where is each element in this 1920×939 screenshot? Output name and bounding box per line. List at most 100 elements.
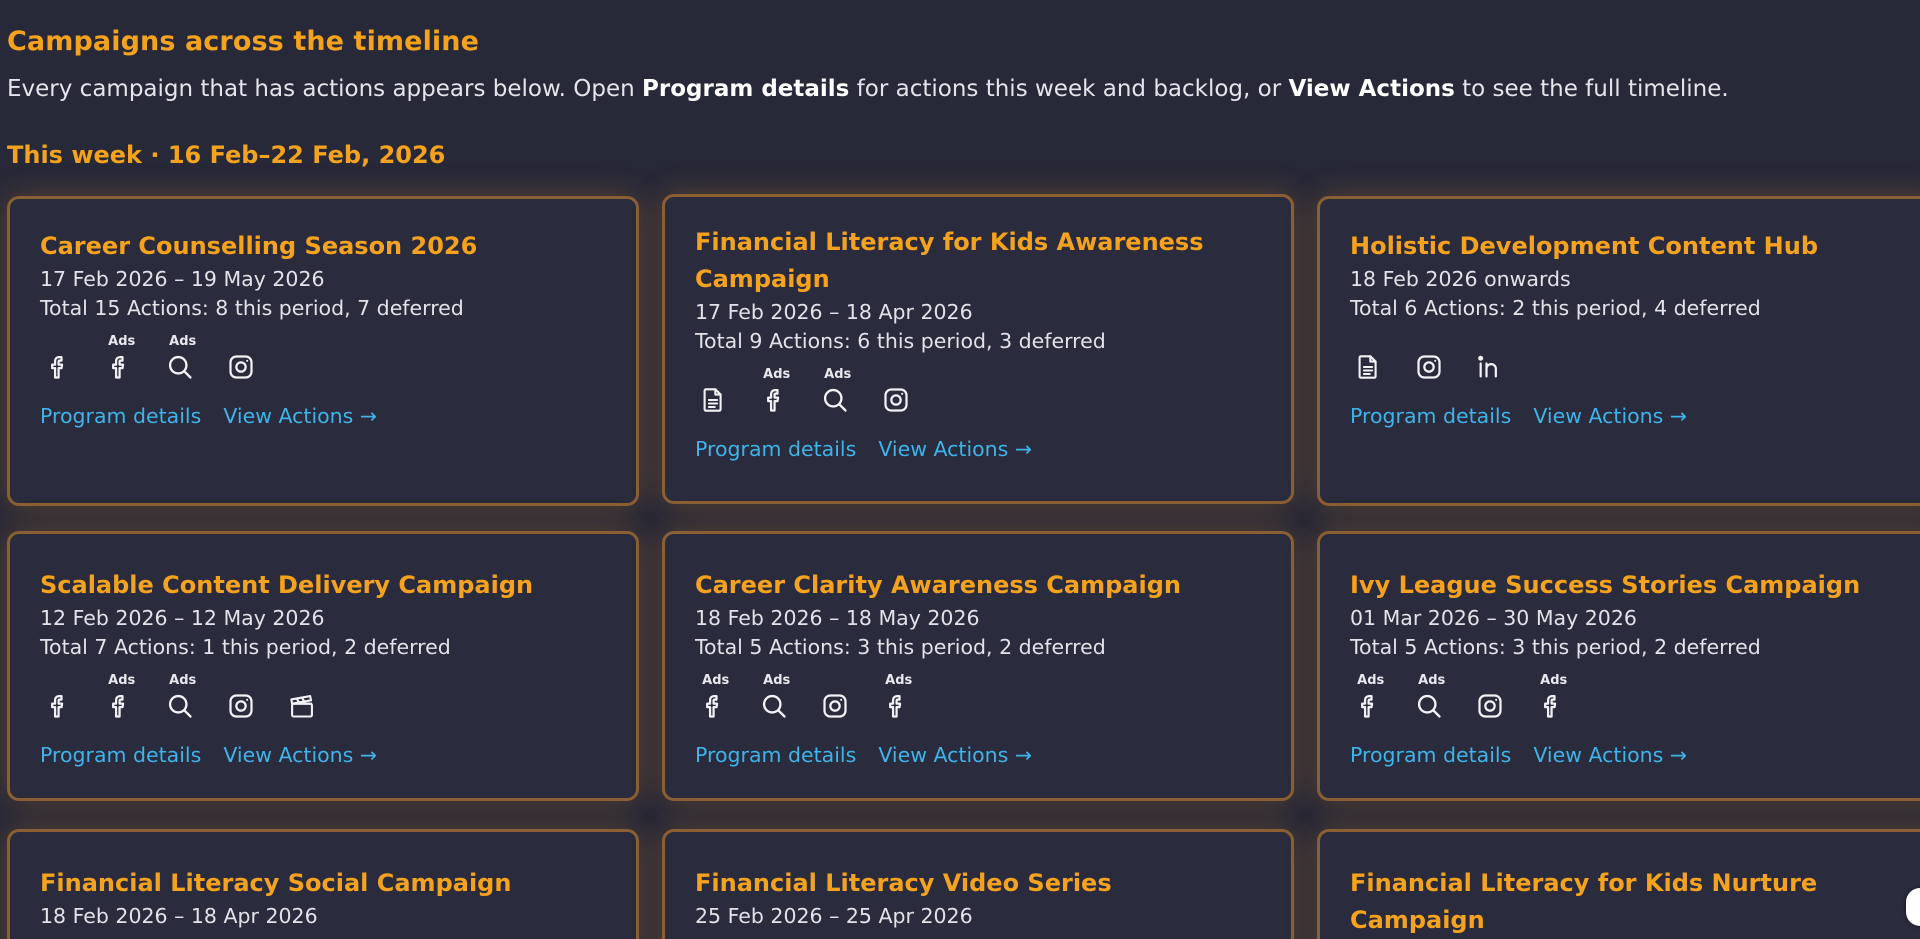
ads-label: Ads bbox=[763, 673, 791, 688]
campaign-totals: Total 6 Actions: 2 this period, 4 deferr… bbox=[1350, 296, 1761, 320]
facebook-icon bbox=[40, 351, 76, 383]
campaign-card: Scalable Content Delivery Campaign 12 Feb… bbox=[7, 531, 639, 801]
instagram-icon bbox=[223, 690, 259, 722]
view-actions-link[interactable]: View Actions → bbox=[878, 743, 1032, 767]
card-links: Program details View Actions → bbox=[695, 743, 1291, 767]
facebook-ads-icon: Ads bbox=[695, 673, 731, 722]
campaign-title[interactable]: Ivy League Success Stories Campaign bbox=[1350, 567, 1920, 604]
ads-label: Ads bbox=[763, 367, 791, 382]
intro-bold-view-actions: View Actions bbox=[1288, 76, 1455, 102]
search-ads-icon: Ads bbox=[1411, 673, 1447, 722]
campaign-card: Financial Literacy Social Campaign 18 Feb… bbox=[7, 829, 639, 939]
program-details-link[interactable]: Program details bbox=[40, 404, 201, 428]
instagram-icon bbox=[878, 384, 914, 416]
campaign-totals: Total 5 Actions: 3 this period, 2 deferr… bbox=[1350, 635, 1761, 659]
campaign-title[interactable]: Financial Literacy Social Campaign bbox=[40, 865, 636, 902]
channel-icons: Ads Ads bbox=[40, 673, 636, 722]
campaign-card: Career Clarity Awareness Campaign 18 Feb … bbox=[662, 531, 1294, 801]
campaign-title-line: Financial Literacy Social Campaign bbox=[40, 869, 512, 897]
campaign-dates: 18 Feb 2026 – 18 May 2026 bbox=[695, 606, 980, 630]
campaign-title[interactable]: Career Clarity Awareness Campaign bbox=[695, 567, 1291, 604]
campaign-dates: 12 Feb 2026 – 12 May 2026 bbox=[40, 606, 325, 630]
campaign-title-line: Financial Literacy Video Series bbox=[695, 869, 1112, 897]
ads-label: Ads bbox=[1418, 673, 1446, 688]
campaign-dates: 18 Feb 2026 – 18 Apr 2026 bbox=[40, 904, 318, 928]
search-ads-icon: Ads bbox=[756, 673, 792, 722]
campaign-title[interactable]: Financial Literacy for Kids Awareness Cam… bbox=[695, 224, 1291, 298]
search-ads-icon: Ads bbox=[817, 367, 853, 416]
campaign-card: Financial Literacy for Kids Nurture Camp… bbox=[1317, 829, 1920, 939]
instagram-icon bbox=[1411, 351, 1447, 383]
card-links: Program details View Actions → bbox=[695, 437, 1291, 461]
campaign-dates: 01 Mar 2026 – 30 May 2026 bbox=[1350, 606, 1637, 630]
linkedin-icon bbox=[1472, 351, 1508, 383]
card-links: Program details View Actions → bbox=[1350, 743, 1920, 767]
campaign-title-line: Scalable Content Delivery Campaign bbox=[40, 571, 534, 599]
side-handle[interactable] bbox=[1906, 888, 1920, 926]
campaign-title-line: Financial Literacy for Kids Nurture Camp… bbox=[1350, 869, 1818, 934]
program-details-link[interactable]: Program details bbox=[695, 437, 856, 461]
campaign-dates: 17 Feb 2026 – 18 Apr 2026 bbox=[695, 300, 973, 324]
section-title: Campaigns across the timeline bbox=[7, 26, 480, 57]
card-links: Program details View Actions → bbox=[40, 404, 636, 428]
campaign-totals: Total 7 Actions: 1 this period, 2 deferr… bbox=[40, 635, 451, 659]
campaign-dates: 25 Feb 2026 – 25 Apr 2026 bbox=[695, 904, 973, 928]
program-details-link[interactable]: Program details bbox=[695, 743, 856, 767]
campaign-title-line: Holistic Development Content Hub bbox=[1350, 232, 1819, 260]
view-actions-link[interactable]: View Actions → bbox=[1533, 404, 1687, 428]
channel-icons bbox=[1350, 343, 1920, 383]
search-ads-icon: Ads bbox=[162, 673, 198, 722]
channel-icons: Ads Ads bbox=[40, 334, 636, 383]
program-details-link[interactable]: Program details bbox=[40, 743, 201, 767]
campaign-card: Holistic Development Content Hub 18 Feb 2… bbox=[1317, 196, 1920, 506]
campaign-card: Financial Literacy for Kids Awareness Cam… bbox=[662, 194, 1294, 504]
campaign-title-line: Career Counselling Season 2026 bbox=[40, 232, 478, 260]
campaign-card: Ivy League Success Stories Campaign 01 Ma… bbox=[1317, 531, 1920, 801]
ads-label: Ads bbox=[885, 673, 913, 688]
campaign-title[interactable]: Financial Literacy for Kids Nurture Camp… bbox=[1350, 865, 1920, 939]
program-details-link[interactable]: Program details bbox=[1350, 404, 1511, 428]
facebook-icon bbox=[40, 690, 76, 722]
search-ads-icon: Ads bbox=[162, 334, 198, 383]
ads-label: Ads bbox=[108, 334, 136, 349]
view-actions-link[interactable]: View Actions → bbox=[878, 437, 1032, 461]
facebook-ads-icon: Ads bbox=[101, 673, 137, 722]
facebook-ads-icon: Ads bbox=[1350, 673, 1386, 722]
intro-text-part: Every campaign that has actions appears … bbox=[7, 76, 643, 102]
view-actions-link[interactable]: View Actions → bbox=[223, 404, 377, 428]
program-details-link[interactable]: Program details bbox=[1350, 743, 1511, 767]
channel-icons: Ads Ads Ads bbox=[695, 673, 1291, 722]
ads-label: Ads bbox=[1357, 673, 1385, 688]
campaign-title-line: Career Clarity Awareness Campaign bbox=[695, 571, 1181, 599]
card-links: Program details View Actions → bbox=[40, 743, 636, 767]
view-actions-link[interactable]: View Actions → bbox=[223, 743, 377, 767]
ads-label: Ads bbox=[1540, 673, 1568, 688]
campaign-title[interactable]: Holistic Development Content Hub bbox=[1350, 228, 1920, 265]
campaign-title-line: Financial Literacy for Kids Awareness bbox=[695, 228, 1204, 256]
instagram-icon bbox=[1472, 690, 1508, 722]
instagram-icon bbox=[817, 690, 853, 722]
campaign-totals: Total 15 Actions: 8 this period, 7 defer… bbox=[40, 296, 464, 320]
campaign-card: Financial Literacy Video Series 25 Feb 20… bbox=[662, 829, 1294, 939]
campaign-totals: Total 5 Actions: 3 this period, 2 deferr… bbox=[695, 635, 1106, 659]
campaign-title[interactable]: Career Counselling Season 2026 bbox=[40, 228, 636, 265]
facebook-ads-icon: Ads bbox=[878, 673, 914, 722]
ads-label: Ads bbox=[108, 673, 136, 688]
campaign-title[interactable]: Scalable Content Delivery Campaign bbox=[40, 567, 636, 604]
facebook-ads-icon: Ads bbox=[756, 367, 792, 416]
document-icon bbox=[1350, 351, 1386, 383]
ads-label: Ads bbox=[169, 673, 197, 688]
intro-text-part: to see the full timeline. bbox=[1454, 76, 1729, 102]
campaigns-page: Campaigns across the timeline Every camp… bbox=[0, 0, 1920, 939]
view-actions-link[interactable]: View Actions → bbox=[1533, 743, 1687, 767]
campaign-card: Career Counselling Season 2026 17 Feb 202… bbox=[7, 196, 639, 506]
campaign-title[interactable]: Financial Literacy Video Series bbox=[695, 865, 1291, 902]
intro-text: Every campaign that has actions appears … bbox=[7, 76, 1729, 102]
campaign-title-line: Campaign bbox=[695, 265, 830, 293]
clapper-icon bbox=[284, 690, 320, 722]
ads-label: Ads bbox=[824, 367, 852, 382]
channel-icons: Ads Ads Ads bbox=[1350, 673, 1920, 722]
campaign-dates: 17 Feb 2026 – 19 May 2026 bbox=[40, 267, 325, 291]
facebook-ads-icon: Ads bbox=[101, 334, 137, 383]
channel-icons: Ads Ads bbox=[695, 367, 1291, 416]
